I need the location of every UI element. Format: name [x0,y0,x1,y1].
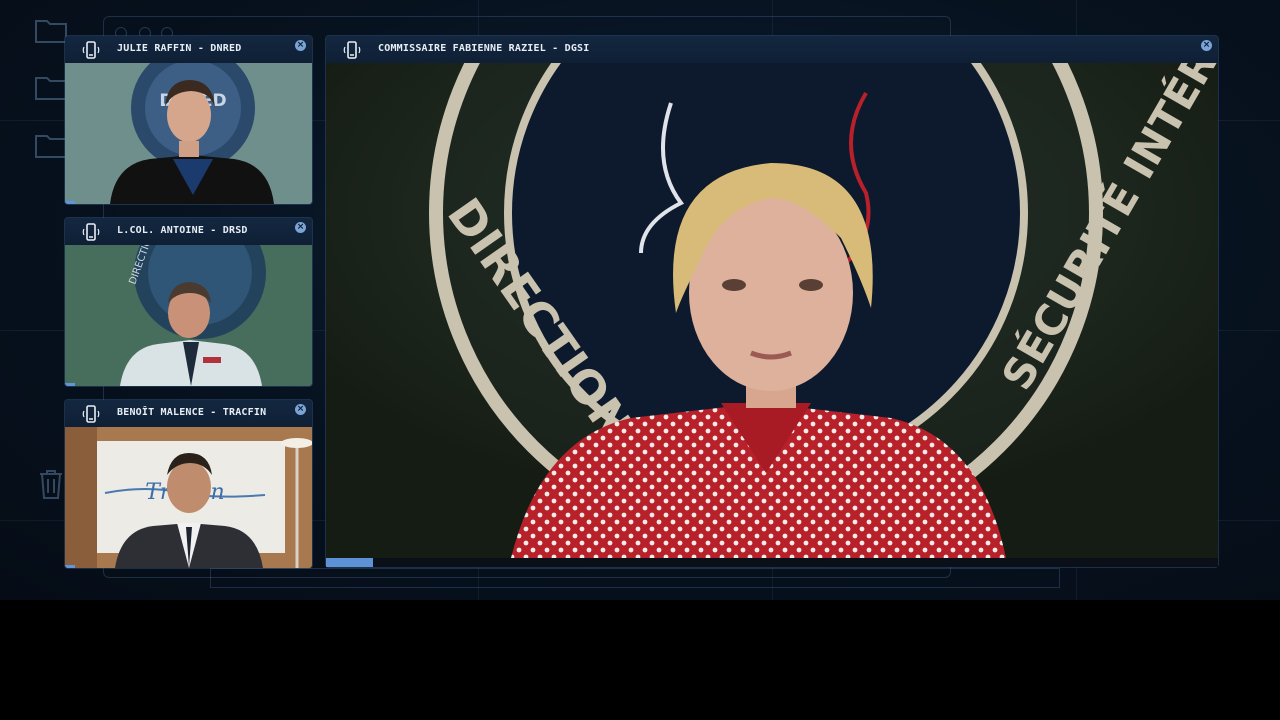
phone-icon [343,41,361,59]
video-feed: DIRECTION GÉNÉR SÉCURITÉ INTÉRIEURE [326,63,1218,558]
video-call-tracfin[interactable]: BENOÎT MALENCE - TRACFIN × Tracfin [65,400,312,568]
caller-name: BENOÎT MALENCE - TRACFIN [117,407,267,418]
progress-indicator [65,201,75,204]
folder-icon[interactable] [34,73,68,101]
playback-progress-bar[interactable] [326,558,1218,567]
close-icon[interactable]: × [295,40,306,51]
folder-icon[interactable] [34,131,68,159]
folder-icon[interactable] [34,16,68,44]
background-bar [210,568,1060,588]
phone-icon [82,41,100,59]
progress-indicator [65,565,75,568]
phone-icon [82,223,100,241]
video-call-dgsi-main[interactable]: COMMISSAIRE FABIENNE RAZIEL - DGSI × DIR… [326,36,1218,567]
video-feed: DNRED [65,63,312,204]
call-header: L.COL. ANTOINE - DRSD × [65,218,312,245]
progress-indicator [65,383,75,386]
phone-icon [82,405,100,423]
close-icon[interactable]: × [1201,40,1212,51]
desktop-screen: JULIE RAFFIN - DNRED × DNRED [0,0,1280,600]
call-header: COMMISSAIRE FABIENNE RAZIEL - DGSI × [326,36,1218,63]
close-icon[interactable]: × [295,404,306,415]
video-call-dnred[interactable]: JULIE RAFFIN - DNRED × DNRED [65,36,312,204]
caller-name: L.COL. ANTOINE - DRSD [117,225,248,236]
close-icon[interactable]: × [295,222,306,233]
playback-progress-fill [326,558,374,567]
caller-name: JULIE RAFFIN - DNRED [117,43,242,54]
video-call-drsd[interactable]: L.COL. ANTOINE - DRSD × DIRECTION [65,218,312,386]
trash-icon[interactable] [34,466,68,500]
call-header: BENOÎT MALENCE - TRACFIN × [65,400,312,427]
video-feed: DIRECTION [65,245,312,386]
caller-name: COMMISSAIRE FABIENNE RAZIEL - DGSI [378,43,590,54]
call-header: JULIE RAFFIN - DNRED × [65,36,312,63]
video-feed: Tracfin [65,427,312,568]
